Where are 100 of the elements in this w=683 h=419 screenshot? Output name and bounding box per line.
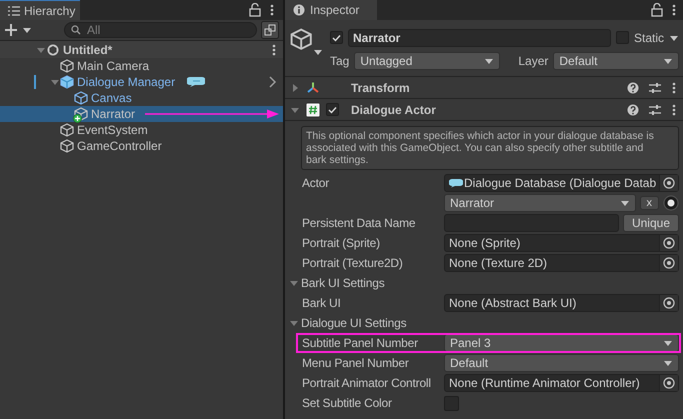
caret-icon bbox=[663, 339, 673, 347]
section-foldout[interactable]: Bark UI Settings bbox=[285, 273, 683, 293]
expanded-arrow-icon bbox=[289, 318, 299, 328]
tag-label: Tag bbox=[330, 54, 350, 68]
property-label: Set Subtitle Color bbox=[302, 396, 393, 410]
scene-view-icon[interactable] bbox=[261, 21, 279, 39]
item-label: Canvas bbox=[91, 91, 132, 105]
hierarchy-item[interactable]: GameController bbox=[0, 138, 283, 154]
layer-dropdown[interactable]: Default bbox=[553, 52, 679, 70]
item-label: Main Camera bbox=[77, 59, 150, 73]
more-icon[interactable] bbox=[671, 3, 677, 17]
caret-icon[interactable] bbox=[22, 26, 32, 34]
property-label: Subtitle Panel Number bbox=[302, 336, 419, 350]
item-label: Narrator bbox=[91, 107, 136, 121]
scene-icon bbox=[46, 42, 60, 56]
help-icon[interactable] bbox=[627, 104, 639, 116]
cube-icon bbox=[60, 75, 74, 89]
speech-bubble-icon bbox=[187, 76, 206, 88]
item-label: Untitled* bbox=[63, 42, 112, 56]
caret-icon[interactable] bbox=[314, 50, 322, 56]
hierarchy-item[interactable]: Narrator bbox=[0, 106, 283, 122]
check-icon bbox=[327, 104, 338, 114]
hierarchy-item[interactable]: Main Camera bbox=[0, 58, 283, 74]
clear-button[interactable]: x bbox=[640, 196, 659, 210]
search-icon bbox=[71, 25, 83, 35]
static-checkbox[interactable] bbox=[616, 31, 629, 44]
dropdown[interactable]: Default bbox=[444, 354, 679, 372]
hierarchy-tab[interactable]: Hierarchy bbox=[0, 0, 80, 20]
hierarchy-item[interactable]: EventSystem bbox=[0, 122, 283, 138]
hierarchy-item[interactable]: Canvas bbox=[0, 90, 283, 106]
help-text: This optional component specifies which actor in your dialogue database is associated with this GameObject. You can also specify other subtitle and bark settings. bbox=[301, 126, 679, 170]
item-label: EventSystem bbox=[77, 123, 148, 137]
script-icon bbox=[306, 102, 320, 116]
object-picker-icon[interactable] bbox=[663, 257, 675, 269]
caret-icon bbox=[484, 56, 494, 64]
property-label: Bark UI bbox=[302, 296, 342, 310]
caret-icon bbox=[663, 56, 673, 64]
cube-icon bbox=[60, 123, 74, 137]
chevron-right-icon[interactable] bbox=[269, 76, 277, 88]
active-checkbox[interactable] bbox=[330, 31, 343, 44]
dropdown[interactable]: Panel 3 bbox=[444, 334, 679, 352]
lock-icon[interactable] bbox=[249, 3, 261, 17]
more-icon[interactable] bbox=[269, 3, 275, 17]
actor-dropdown[interactable]: Narrator bbox=[444, 194, 636, 212]
expanded-arrow-icon[interactable] bbox=[50, 77, 60, 87]
property-label: Menu Panel Number bbox=[302, 356, 410, 370]
object-field[interactable]: None (Runtime Animator Controller) bbox=[444, 374, 679, 392]
checkbox[interactable] bbox=[444, 396, 459, 410]
info-icon bbox=[293, 4, 305, 16]
inspector-tab[interactable]: Inspector bbox=[285, 0, 377, 20]
name-field[interactable]: Narrator bbox=[348, 28, 611, 46]
property-label: Actor bbox=[302, 176, 330, 190]
collapsed-arrow-icon[interactable] bbox=[290, 82, 300, 92]
axes-icon bbox=[306, 80, 320, 94]
item-label: GameController bbox=[77, 139, 162, 153]
object-field[interactable]: Dialogue Database (Dialogue Datab bbox=[444, 174, 679, 192]
help-icon[interactable] bbox=[627, 82, 639, 94]
speech-bubble-icon bbox=[449, 178, 463, 188]
component-header[interactable]: Dialogue Actor bbox=[285, 99, 683, 121]
presets-icon[interactable] bbox=[649, 104, 661, 116]
property-label: Portrait (Sprite) bbox=[302, 236, 381, 250]
component-title: Transform bbox=[351, 80, 410, 94]
section-foldout[interactable]: Dialogue UI Settings bbox=[285, 313, 683, 333]
radio-icon[interactable] bbox=[663, 195, 679, 211]
cube-icon bbox=[74, 107, 88, 121]
caret-icon bbox=[620, 199, 630, 207]
cube-icon bbox=[60, 139, 74, 153]
scene-row[interactable]: Untitled* bbox=[0, 41, 283, 58]
unique-button[interactable]: Unique bbox=[622, 214, 679, 232]
component-title: Dialogue Actor bbox=[351, 102, 436, 116]
presets-icon[interactable] bbox=[649, 82, 661, 94]
more-icon[interactable] bbox=[671, 102, 677, 116]
object-picker-icon[interactable] bbox=[663, 177, 675, 189]
caret-icon bbox=[663, 359, 673, 367]
hierarchy-item[interactable]: Dialogue Manager bbox=[0, 74, 283, 90]
object-field[interactable]: None (Abstract Bark UI) bbox=[444, 294, 679, 312]
static-label: Static bbox=[634, 30, 664, 44]
enabled-checkbox[interactable] bbox=[326, 103, 339, 116]
property-label: Persistent Data Name bbox=[302, 216, 416, 230]
property-label: Portrait Animator Controll bbox=[302, 376, 432, 390]
object-field[interactable]: None (Texture 2D) bbox=[444, 254, 679, 272]
lock-icon[interactable] bbox=[651, 3, 663, 17]
cube-icon bbox=[74, 91, 88, 105]
object-picker-icon[interactable] bbox=[663, 297, 675, 309]
tag-dropdown[interactable]: Untagged bbox=[354, 52, 500, 70]
caret-icon[interactable] bbox=[669, 34, 679, 42]
add-icon[interactable] bbox=[4, 23, 18, 37]
property-label: Portrait (Texture2D) bbox=[302, 256, 404, 270]
object-picker-icon[interactable] bbox=[663, 377, 675, 389]
expanded-arrow-icon bbox=[289, 278, 299, 288]
component-header[interactable]: Transform bbox=[285, 77, 683, 99]
item-label: Dialogue Manager bbox=[77, 75, 176, 89]
search-field[interactable]: All bbox=[64, 22, 257, 38]
more-icon[interactable] bbox=[271, 43, 277, 57]
more-icon[interactable] bbox=[671, 80, 677, 94]
layer-label: Layer bbox=[518, 54, 548, 68]
cube-icon bbox=[60, 59, 74, 73]
list-icon bbox=[8, 6, 20, 16]
object-picker-icon[interactable] bbox=[663, 237, 675, 249]
object-field[interactable]: None (Sprite) bbox=[444, 234, 679, 252]
